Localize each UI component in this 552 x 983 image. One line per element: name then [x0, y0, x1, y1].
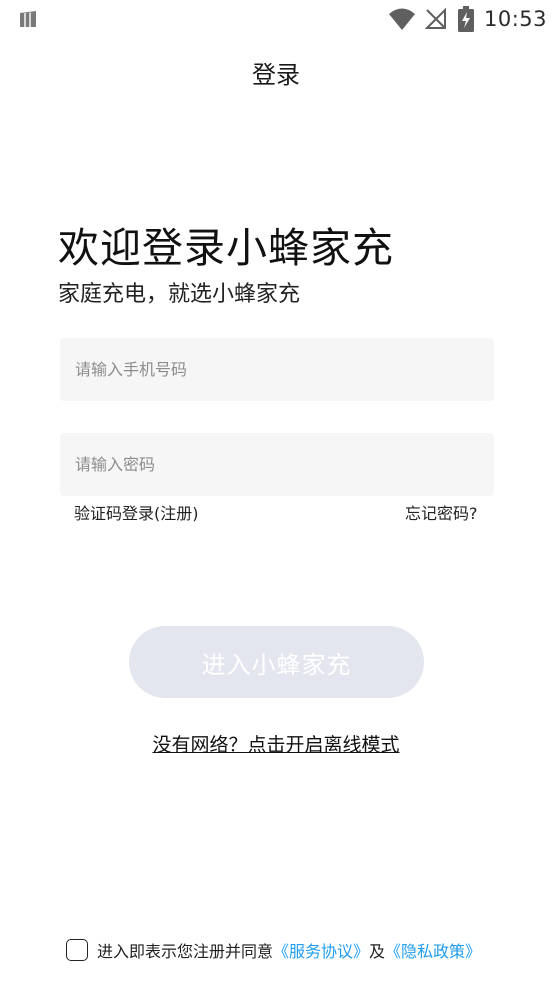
offline-mode-link[interactable]: 没有网络？点击开启离线模式 [0, 730, 552, 757]
battery-charging-icon [458, 6, 474, 32]
password-input[interactable] [60, 433, 494, 496]
welcome-title: 欢迎登录小蜂家充 [58, 224, 394, 272]
welcome-subtitle: 家庭充电，就选小蜂家充 [58, 282, 301, 307]
phone-input[interactable] [60, 338, 494, 401]
sms-login-link[interactable]: 验证码登录(注册) [74, 500, 199, 524]
no-signal-icon [425, 8, 446, 29]
agreement-row: 进入即表示您注册并同意 《服务协议》 及 《隐私政策》 [66, 937, 481, 963]
status-bar: 10:53 [0, 0, 552, 38]
wifi-icon [389, 8, 415, 30]
service-agreement-link[interactable]: 《服务协议》 [273, 938, 369, 962]
enter-app-button[interactable]: 进入小蜂家充 [129, 626, 424, 698]
agreement-checkbox[interactable] [66, 939, 88, 961]
forgot-password-link[interactable]: 忘记密码? [405, 500, 478, 524]
privacy-policy-link[interactable]: 《隐私政策》 [385, 938, 481, 962]
agreement-and-text: 及 [369, 942, 386, 961]
page-title: 登录 [252, 61, 300, 89]
status-time: 10:53 [484, 7, 548, 31]
agreement-prefix-text: 进入即表示您注册并同意 [97, 942, 274, 961]
sim-card-icon [20, 11, 36, 27]
